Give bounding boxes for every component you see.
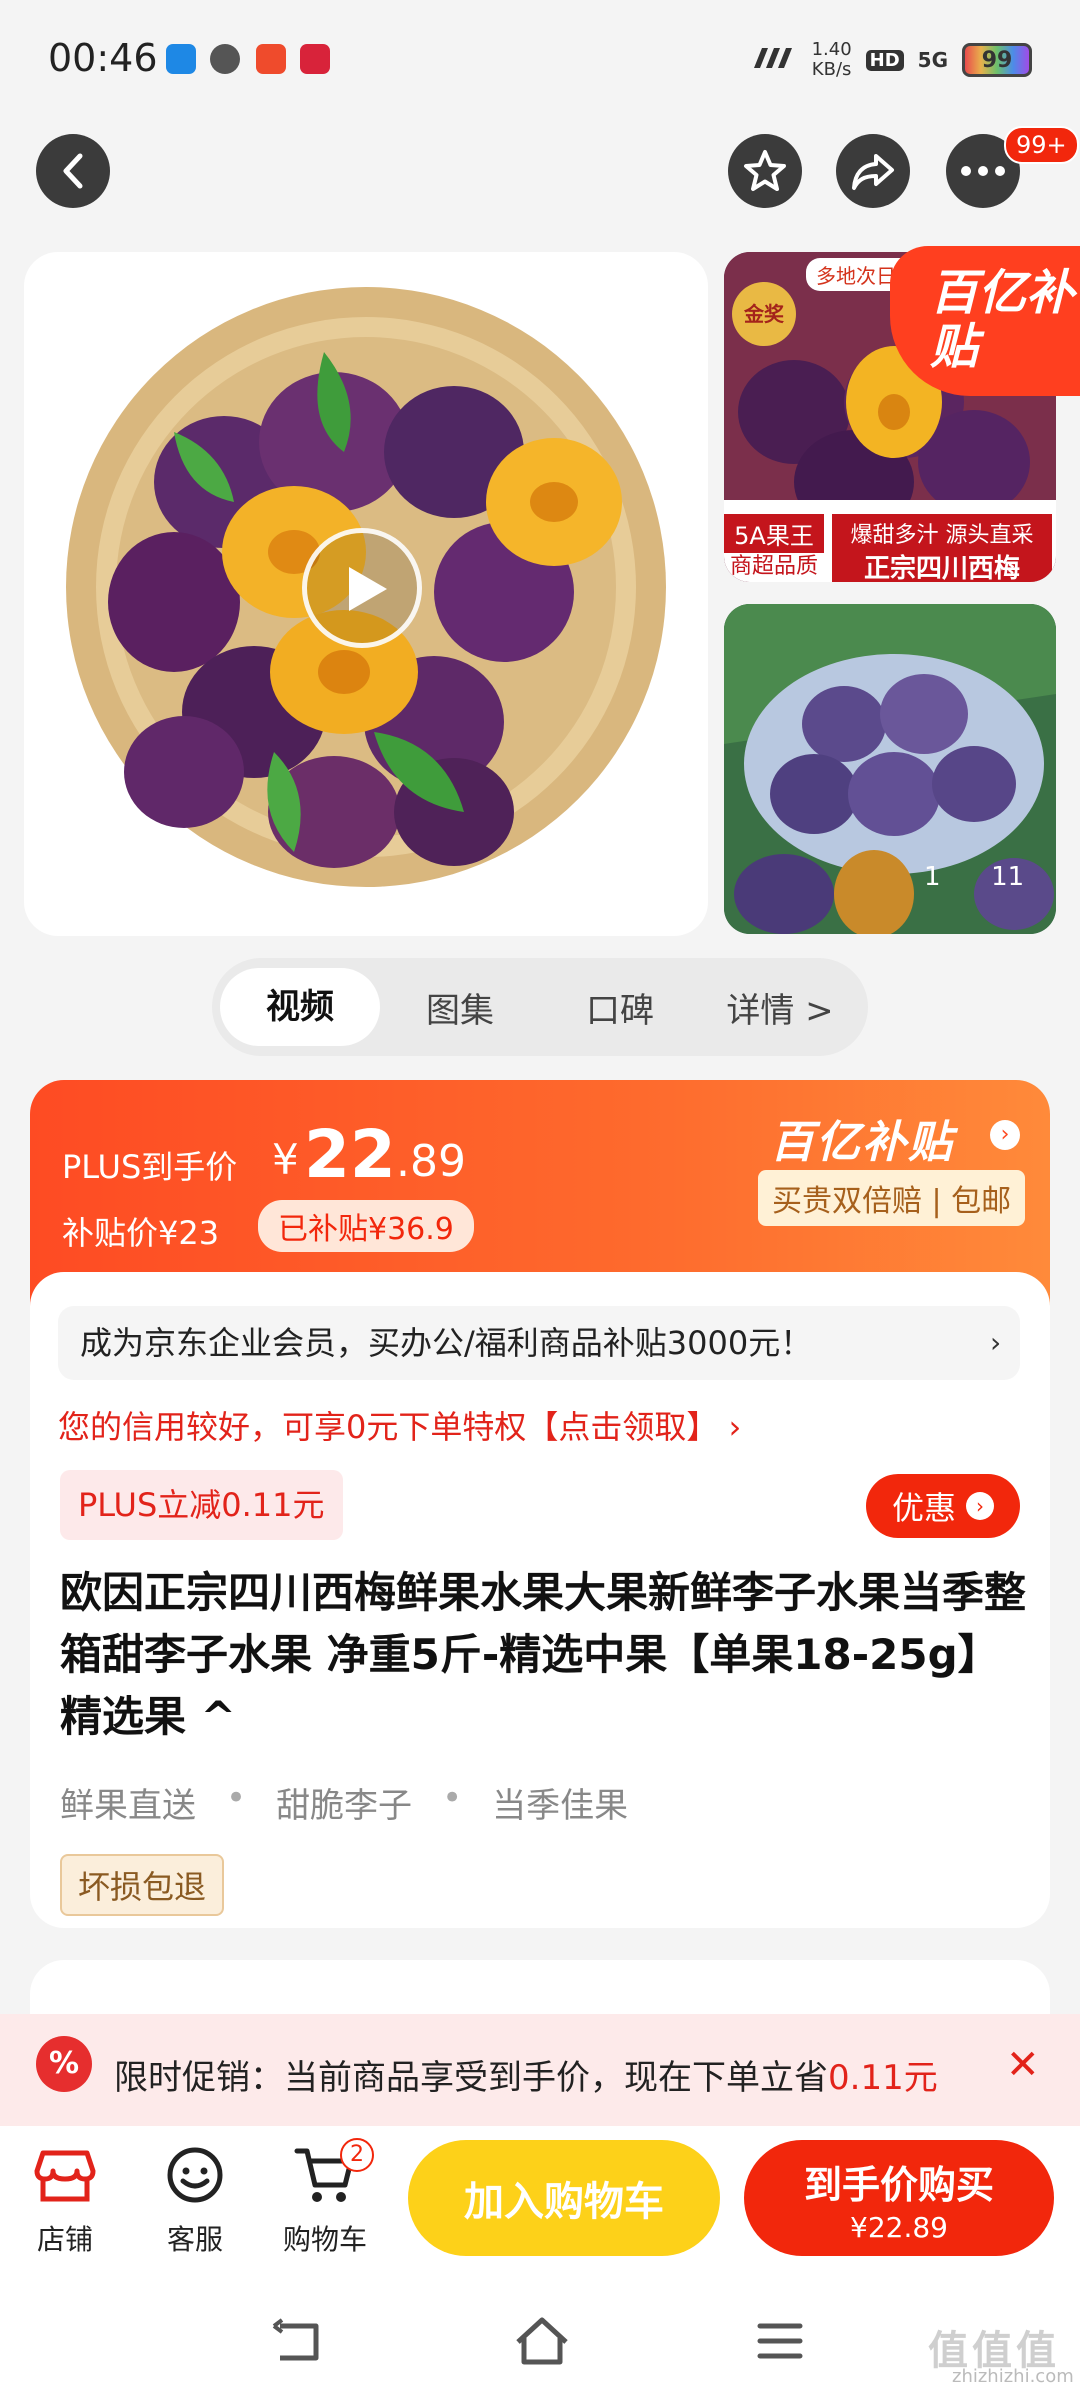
hd-icon: HD [865, 49, 904, 71]
tag-item: 当季佳果 [492, 1786, 629, 1826]
more-dots-icon [961, 166, 1005, 176]
customer-service-icon [140, 2140, 250, 2210]
back-icon [272, 2318, 319, 2361]
play-video-button[interactable] [302, 528, 422, 648]
tag-item: 鲜果直送 [60, 1786, 196, 1826]
buy-now-label: 到手价购买 [803, 2163, 994, 2207]
share-icon [852, 154, 894, 190]
watermark-site: zhizhizhi.com [952, 2366, 1074, 2387]
5g-signal-icon: 5G [917, 48, 948, 72]
credit-privilege-link[interactable]: 您的信用较好，可享0元下单特权【点击领取】 › [58, 1402, 741, 1448]
already-subsidy-badge: 已补贴¥36.9 [258, 1200, 474, 1252]
cart-count-badge: 2 [340, 2138, 374, 2172]
tab-reviews[interactable]: 口碑 [540, 983, 700, 1032]
promo-text: 限时促销：当前商品享受到手价，现在下单立省0.11元 [114, 2058, 938, 2098]
discount-label: 优惠 [891, 1489, 956, 1527]
discount-button[interactable]: 优惠 › [866, 1474, 1020, 1538]
side-line2-right: 正宗四川西梅 [832, 546, 1052, 582]
store-icon [10, 2140, 120, 2210]
zhi-app-icon [210, 44, 240, 74]
buy-now-price: ¥22.89 [850, 2211, 948, 2244]
gold-medal-badge: 金奖 [732, 282, 796, 346]
side-subsidy-tag: 百亿补贴 [890, 246, 1080, 396]
promo-close-icon[interactable]: ✕ [1006, 2042, 1040, 2088]
tab-gallery[interactable]: 图集 [380, 983, 540, 1032]
home-icon [516, 2317, 568, 2365]
guarantee-badge: 买贵双倍赔 | 包邮 [758, 1170, 1026, 1226]
side-line2-left: 商超品质 [729, 554, 818, 579]
status-time: 00:46 [48, 36, 158, 80]
discount-percent-icon: % [36, 2036, 92, 2092]
product-tags: 鲜果直送 • 甜脆李子 • 当季佳果 [60, 1778, 628, 1827]
price-decimal: .89 [396, 1136, 466, 1187]
back-button[interactable] [36, 134, 110, 208]
system-back-button[interactable] [270, 2318, 326, 2370]
tmall-app-icon [300, 44, 330, 74]
system-home-button[interactable] [512, 2316, 572, 2372]
tag-separator: • [226, 1778, 247, 1818]
customer-service-label: 客服 [166, 2223, 223, 2256]
app-notification-icon [166, 44, 196, 74]
subsidy-price: 补贴价¥23 [62, 1214, 220, 1252]
status-right: 1.40 KB/s HD 5G 99 [752, 40, 1032, 80]
discount-arrow-icon: › [966, 1492, 994, 1520]
signal-bars-icon [752, 44, 798, 76]
brand-arrow-icon[interactable]: › [990, 1120, 1020, 1150]
buy-now-button[interactable]: 到手价购买 ¥22.89 [744, 2140, 1054, 2256]
price-integer: 22 [304, 1116, 396, 1193]
billion-subsidy-brand[interactable]: 百亿补贴 [770, 1106, 954, 1170]
share-button[interactable] [836, 134, 910, 208]
plus-reduce-badge: PLUS立减0.11元 [60, 1470, 343, 1540]
store-button[interactable]: 店铺 [10, 2140, 120, 2258]
favorite-button[interactable] [728, 134, 802, 208]
shop-app-icon [256, 44, 286, 74]
menu-icon [757, 2323, 803, 2359]
store-label: 店铺 [36, 2223, 93, 2256]
tab-details[interactable]: 详情 > [700, 983, 860, 1032]
star-icon [744, 150, 786, 191]
more-badge: 99+ [1004, 126, 1079, 164]
media-tabs: 视频 图集 口碑 详情 > [212, 958, 868, 1056]
main-product-image[interactable] [24, 252, 708, 936]
battery-icon: 99 [962, 43, 1032, 77]
cart-label: 购物车 [282, 2223, 367, 2256]
enterprise-member-banner[interactable]: 成为京东企业会员，买办公/福利商品补贴3000元！ [58, 1306, 1020, 1380]
add-to-cart-button[interactable]: 加入购物车 [408, 2140, 720, 2256]
damage-refund-badge: 坏损包退 [60, 1854, 225, 1916]
customer-service-button[interactable]: 客服 [140, 2140, 250, 2258]
product-title[interactable]: 欧因正宗四川西梅鲜果水果大果新鲜李子水果当季整箱甜李子水果 净重5斤-精选中果【… [60, 1562, 1030, 1748]
chevron-left-icon [63, 153, 83, 189]
tab-video[interactable]: 视频 [220, 968, 380, 1046]
status-bar: 00:46 1.40 KB/s HD 5G 99 [0, 0, 1080, 120]
plus-price-label: PLUS到手价 [62, 1148, 238, 1186]
tag-separator: • [442, 1778, 463, 1818]
play-icon [349, 567, 387, 611]
tag-item: 甜脆李子 [276, 1786, 413, 1826]
enterprise-arrow-icon[interactable]: › [990, 1326, 1001, 1359]
price-currency: ¥ [272, 1135, 299, 1184]
system-menu-button[interactable] [756, 2320, 804, 2366]
image-pager: 1 11 [924, 862, 1025, 892]
net-speed: 1.40 KB/s [811, 39, 852, 80]
